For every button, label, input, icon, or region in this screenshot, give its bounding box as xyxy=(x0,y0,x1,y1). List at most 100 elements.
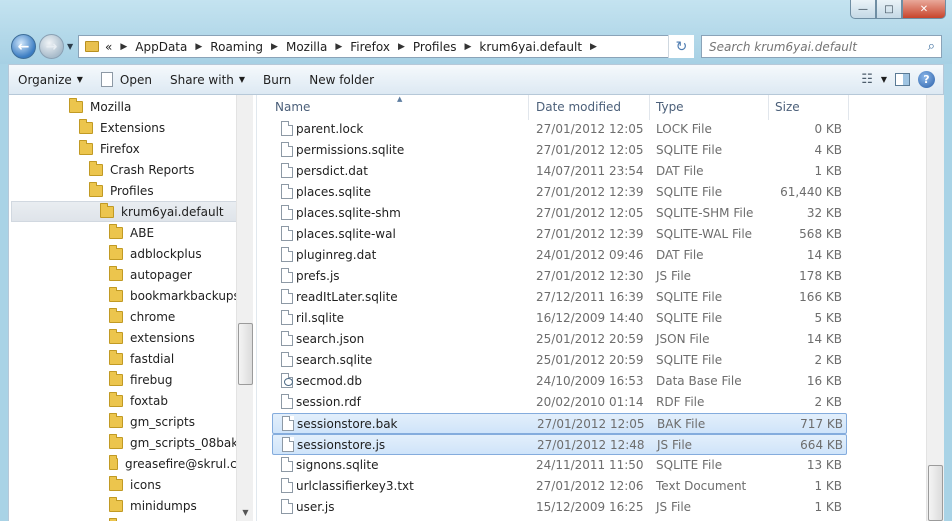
organize-button[interactable]: Organize ▼ xyxy=(9,65,92,94)
breadcrumb: « ▶ AppData ▶ Roaming ▶ Mozilla ▶ Firefox ▶ Profi… xyxy=(105,40,605,54)
tree-item[interactable]: icons xyxy=(9,474,249,495)
tree-item[interactable]: gm_scripts xyxy=(9,411,249,432)
tree-item[interactable]: Firefox xyxy=(9,138,249,159)
breadcrumb-separator-icon[interactable]: ▶ xyxy=(120,42,127,52)
help-icon[interactable]: ? xyxy=(918,71,935,88)
file-row[interactable]: secmod.db 24/10/2009 16:53 Data Base File 1… xyxy=(272,371,847,392)
new-folder-button[interactable]: New folder xyxy=(300,65,383,94)
folder-icon xyxy=(109,286,123,302)
breadcrumb-separator-icon[interactable]: ▶ xyxy=(335,42,342,52)
file-row[interactable]: places.sqlite 27/01/2012 12:39 SQLITE File… xyxy=(272,182,847,203)
file-row[interactable]: ril.sqlite 16/12/2009 14:40 SQLITE File 5 K… xyxy=(272,308,847,329)
breadcrumb-separator-icon[interactable]: ▶ xyxy=(464,42,471,52)
file-type: SQLITE File xyxy=(656,458,723,472)
file-row[interactable]: search.json 25/01/2012 20:59 JSON File 14 K… xyxy=(272,329,847,350)
scroll-down-arrow-icon[interactable]: ▼ xyxy=(237,504,254,521)
file-row[interactable]: signons.sqlite 24/11/2011 11:50 SQLITE Fil… xyxy=(272,455,847,476)
folder-icon xyxy=(100,202,114,218)
tree-item[interactable]: bookmarkbackups xyxy=(9,285,249,306)
file-row[interactable]: persdict.dat 14/07/2011 23:54 DAT File 1 KB xyxy=(272,161,847,182)
file-row[interactable]: places.sqlite-shm 27/01/2012 12:05 SQLITE-… xyxy=(272,203,847,224)
forward-button[interactable]: → xyxy=(39,34,64,59)
breadcrumb-item[interactable]: Profiles xyxy=(413,40,457,54)
scrollbar-thumb[interactable] xyxy=(928,465,943,521)
file-row[interactable]: places.sqlite-wal 27/01/2012 12:39 SQLITE-… xyxy=(272,224,847,245)
breadcrumb-separator-icon[interactable]: ▶ xyxy=(590,42,597,52)
search-icon[interactable]: ⌕ xyxy=(928,39,935,54)
breadcrumb-overflow[interactable]: « xyxy=(105,40,112,54)
breadcrumb-item[interactable]: AppData xyxy=(135,40,187,54)
file-row[interactable]: prefs.js 27/01/2012 12:30 JS File 178 KB xyxy=(272,266,847,287)
back-button[interactable]: ← xyxy=(11,34,36,59)
breadcrumb-item[interactable]: Firefox xyxy=(350,40,390,54)
file-icon xyxy=(281,310,293,325)
file-name: search.json xyxy=(296,332,365,346)
tree-item[interactable] xyxy=(9,516,249,521)
file-row[interactable]: search.sqlite 25/01/2012 20:59 SQLITE File… xyxy=(272,350,847,371)
command-bar: Organize ▼ Open Share with ▼ Burn New fold… xyxy=(8,64,944,95)
share-with-button[interactable]: Share with ▼ xyxy=(161,65,254,94)
breadcrumb-item[interactable]: Mozilla xyxy=(286,40,327,54)
tree-item[interactable]: Mozilla xyxy=(9,96,249,117)
burn-button[interactable]: Burn xyxy=(254,65,300,94)
file-row[interactable]: user.js 15/12/2009 16:25 JS File 1 KB xyxy=(272,497,847,518)
column-header-type[interactable]: Type xyxy=(650,95,769,120)
preview-pane-icon[interactable] xyxy=(895,73,910,86)
tree-item[interactable]: krum6yai.default xyxy=(11,201,237,222)
breadcrumb-item[interactable]: krum6yai.default xyxy=(479,40,582,54)
file-type: JS File xyxy=(656,269,692,283)
close-button[interactable]: ✕ xyxy=(902,0,946,19)
tree-item[interactable]: gm_scripts_08bak xyxy=(9,432,249,453)
tree-item[interactable]: minidumps xyxy=(9,495,249,516)
search-input[interactable] xyxy=(709,39,914,54)
address-bar[interactable]: « ▶ AppData ▶ Roaming ▶ Mozilla ▶ Firefox ▶ Profi… xyxy=(78,35,694,58)
file-name: places.sqlite-shm xyxy=(296,206,401,220)
change-view-icon[interactable]: ☷ xyxy=(861,72,873,87)
file-date: 27/01/2012 12:39 xyxy=(536,227,644,241)
file-row[interactable]: parent.lock 27/01/2012 12:05 LOCK File 0 KB xyxy=(272,119,847,140)
file-row[interactable]: pluginreg.dat 24/01/2012 09:46 DAT File 14 … xyxy=(272,245,847,266)
search-box[interactable]: ⌕ xyxy=(701,35,942,58)
file-row[interactable]: readItLater.sqlite 27/12/2011 16:39 SQLITE… xyxy=(272,287,847,308)
tree-item[interactable]: extensions xyxy=(9,327,249,348)
file-row[interactable]: permissions.sqlite 27/01/2012 12:05 SQLITE… xyxy=(272,140,847,161)
tree-item[interactable]: Profiles xyxy=(9,180,249,201)
file-type: Data Base File xyxy=(656,374,742,388)
breadcrumb-separator-icon[interactable]: ▶ xyxy=(195,42,202,52)
tree-item[interactable]: Extensions xyxy=(9,117,249,138)
tree-item-label: autopager xyxy=(130,267,192,282)
file-date: 27/01/2012 12:05 xyxy=(536,206,644,220)
breadcrumb-separator-icon[interactable]: ▶ xyxy=(271,42,278,52)
tree-item[interactable]: foxtab xyxy=(9,390,249,411)
tree-item[interactable]: adblockplus xyxy=(9,243,249,264)
tree-item[interactable]: greasefire@skrul.cor xyxy=(9,453,249,474)
navigation-pane-scrollbar[interactable]: ▼ xyxy=(236,95,253,521)
file-row[interactable]: urlclassifierkey3.txt 27/01/2012 12:06 Tex… xyxy=(272,476,847,497)
file-icon xyxy=(281,331,293,346)
open-button[interactable]: Open xyxy=(92,65,161,94)
recent-pages-dropdown[interactable]: ▼ xyxy=(67,42,73,51)
view-options-chevron-icon[interactable]: ▼ xyxy=(881,75,887,84)
tree-item[interactable]: fastdial xyxy=(9,348,249,369)
minimize-button[interactable]: — xyxy=(850,0,876,19)
breadcrumb-separator-icon[interactable]: ▶ xyxy=(398,42,405,52)
tree-item[interactable]: autopager xyxy=(9,264,249,285)
file-name: ril.sqlite xyxy=(296,311,345,325)
file-row[interactable]: sessionstore.js 27/01/2012 12:48 JS File 66… xyxy=(272,434,847,455)
tree-item[interactable]: firebug xyxy=(9,369,249,390)
maximize-button[interactable]: □ xyxy=(876,0,902,19)
tree-item[interactable]: chrome xyxy=(9,306,249,327)
folder-icon xyxy=(109,349,123,365)
column-header-date[interactable]: Date modified xyxy=(530,95,650,120)
refresh-button[interactable]: ↻ xyxy=(668,35,694,58)
scrollbar-thumb[interactable] xyxy=(238,323,253,385)
tree-item[interactable]: ABE xyxy=(9,222,249,243)
tree-item[interactable]: Crash Reports xyxy=(9,159,249,180)
new-folder-label: New folder xyxy=(309,72,375,87)
file-row[interactable]: sessionstore.bak 27/01/2012 12:05 BAK File… xyxy=(272,413,847,434)
file-list-scrollbar[interactable] xyxy=(926,95,944,521)
column-header-size[interactable]: Size xyxy=(769,95,849,120)
file-icon xyxy=(281,226,293,241)
breadcrumb-item[interactable]: Roaming xyxy=(210,40,263,54)
file-row[interactable]: session.rdf 20/02/2010 01:14 RDF File 2 KB xyxy=(272,392,847,413)
